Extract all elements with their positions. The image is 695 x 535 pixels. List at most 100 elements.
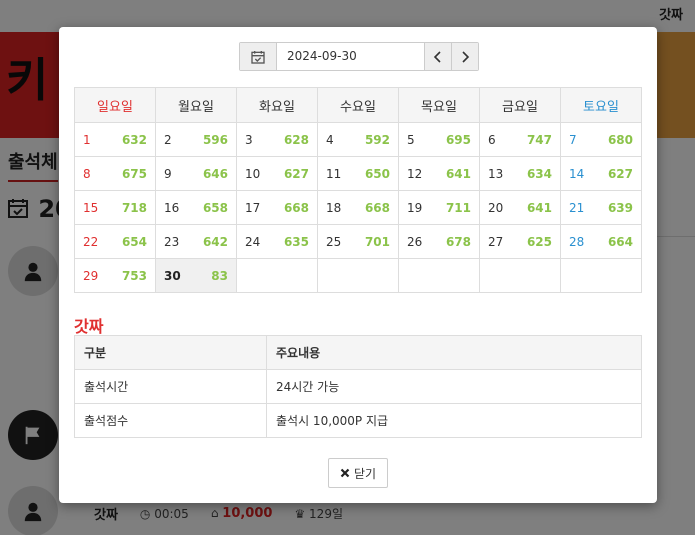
calendar-day-cell[interactable]: 9 646	[155, 156, 237, 191]
weekday-tuesday: 화요일	[236, 87, 318, 123]
calendar-day-cell[interactable]: 3 628	[236, 122, 318, 157]
date-picker	[239, 42, 479, 71]
day-number: 8	[83, 167, 91, 181]
calendar-day-cell[interactable]: 4 592	[317, 122, 399, 157]
attendance-count: 654	[121, 235, 147, 249]
day-number: 20	[488, 201, 504, 215]
calendar-day-cell[interactable]: 29 753	[74, 258, 156, 293]
attendance-count: 641	[445, 167, 471, 181]
day-number: 9	[164, 167, 172, 181]
day-number: 17	[245, 201, 261, 215]
day-number: 15	[83, 201, 99, 215]
attendance-calendar-modal: 일요일 월요일 화요일 수요일 목요일 금요일 토요일 163225963628…	[59, 27, 657, 503]
attendance-count: 83	[211, 269, 228, 283]
weekday-header-row: 일요일 월요일 화요일 수요일 목요일 금요일 토요일	[74, 87, 642, 123]
calendar-day-cell[interactable]: 14 627	[560, 156, 642, 191]
calendar-day-cell[interactable]: 27 625	[479, 224, 561, 259]
calendar-day-cell[interactable]: 2 596	[155, 122, 237, 157]
calendar-week-row: 29 753 30 83	[74, 258, 642, 293]
day-number: 4	[326, 133, 334, 147]
calendar-empty-cell	[560, 258, 642, 293]
calendar-day-cell[interactable]: 13 634	[479, 156, 561, 191]
info-cell-content: 출석시 10,000P 지급	[266, 403, 642, 438]
calendar-day-cell[interactable]: 20 641	[479, 190, 561, 225]
calendar-day-cell[interactable]: 8 675	[74, 156, 156, 191]
info-header-category: 구분	[74, 335, 267, 370]
attendance-count: 628	[283, 133, 309, 147]
calendar-empty-cell	[398, 258, 480, 293]
attendance-count: 675	[121, 167, 147, 181]
attendance-count: 596	[202, 133, 228, 147]
calendar-day-cell[interactable]: 10 627	[236, 156, 318, 191]
info-cell-content: 24시간 가능	[266, 369, 642, 404]
calendar-day-cell[interactable]: 1 632	[74, 122, 156, 157]
day-number: 3	[245, 133, 253, 147]
calendar-empty-cell	[317, 258, 399, 293]
attendance-info-table: 구분 주요내용 출석시간 24시간 가능 출석점수 출석시 10,000P 지급	[74, 335, 642, 438]
calendar-day-cell[interactable]: 22 654	[74, 224, 156, 259]
calendar-day-cell[interactable]: 7 680	[560, 122, 642, 157]
attendance-count: 646	[202, 167, 228, 181]
attendance-count: 627	[283, 167, 309, 181]
chevron-right-icon	[462, 50, 470, 63]
calendar-day-cell[interactable]: 28 664	[560, 224, 642, 259]
calendar-day-cell[interactable]: 19 711	[398, 190, 480, 225]
close-button[interactable]: 닫기	[328, 458, 388, 488]
calendar-day-cell[interactable]: 21 639	[560, 190, 642, 225]
attendance-count: 668	[364, 201, 390, 215]
weekday-saturday: 토요일	[560, 87, 642, 123]
attendance-count: 695	[445, 133, 471, 147]
info-cell-category: 출석점수	[74, 403, 267, 438]
info-cell-category: 출석시간	[74, 369, 267, 404]
attendance-count: 668	[283, 201, 309, 215]
date-input[interactable]	[277, 43, 424, 70]
attendance-count: 664	[607, 235, 633, 249]
calendar-button[interactable]	[240, 43, 277, 70]
calendar-week-row: 22 654 23 642 24 635 25 701 26 678 27 625 28 664	[74, 224, 642, 259]
day-number: 18	[326, 201, 342, 215]
attendance-count: 753	[121, 269, 147, 283]
chevron-left-icon	[433, 50, 441, 63]
attendance-count: 634	[526, 167, 552, 181]
calendar-day-cell[interactable]: 11 650	[317, 156, 399, 191]
day-number: 10	[245, 167, 261, 181]
weekday-monday: 월요일	[155, 87, 237, 123]
calendar-day-cell[interactable]: 5 695	[398, 122, 480, 157]
day-number: 1	[83, 133, 91, 147]
calendar-day-cell[interactable]: 16 658	[155, 190, 237, 225]
info-header-content: 주요내용	[266, 335, 642, 370]
calendar-day-cell[interactable]: 25 701	[317, 224, 399, 259]
info-header-row: 구분 주요내용	[74, 335, 642, 370]
attendance-count: 747	[526, 133, 552, 147]
attendance-count: 627	[607, 167, 633, 181]
weekday-sunday: 일요일	[74, 87, 156, 123]
calendar-day-cell[interactable]: 24 635	[236, 224, 318, 259]
calendar-day-cell[interactable]: 17 668	[236, 190, 318, 225]
day-number: 16	[164, 201, 180, 215]
day-number: 23	[164, 235, 180, 249]
calendar-week-row: 1 632 2 596 3 628 4 592 5 695 6 747 7 680	[74, 122, 642, 157]
weekday-friday: 금요일	[479, 87, 561, 123]
attendance-count: 592	[364, 133, 390, 147]
calendar-day-cell[interactable]: 26 678	[398, 224, 480, 259]
day-number: 6	[488, 133, 496, 147]
close-icon	[340, 468, 350, 478]
attendance-count: 625	[526, 235, 552, 249]
calendar-day-cell[interactable]: 15 718	[74, 190, 156, 225]
calendar-day-cell[interactable]: 30 83	[155, 258, 237, 293]
day-number: 5	[407, 133, 415, 147]
info-section-title: 갓짜	[74, 317, 104, 336]
next-month-button[interactable]	[451, 43, 478, 70]
calendar-day-cell[interactable]: 23 642	[155, 224, 237, 259]
calendar-empty-cell	[236, 258, 318, 293]
day-number: 19	[407, 201, 423, 215]
calendar-day-cell[interactable]: 12 641	[398, 156, 480, 191]
attendance-count: 718	[121, 201, 147, 215]
day-number: 25	[326, 235, 342, 249]
prev-month-button[interactable]	[424, 43, 451, 70]
day-number: 21	[569, 201, 585, 215]
attendance-count: 658	[202, 201, 228, 215]
calendar-day-cell[interactable]: 18 668	[317, 190, 399, 225]
calendar-week-row: 15 718 16 658 17 668 18 668 19 711 20 641 21 639	[74, 190, 642, 225]
calendar-day-cell[interactable]: 6 747	[479, 122, 561, 157]
